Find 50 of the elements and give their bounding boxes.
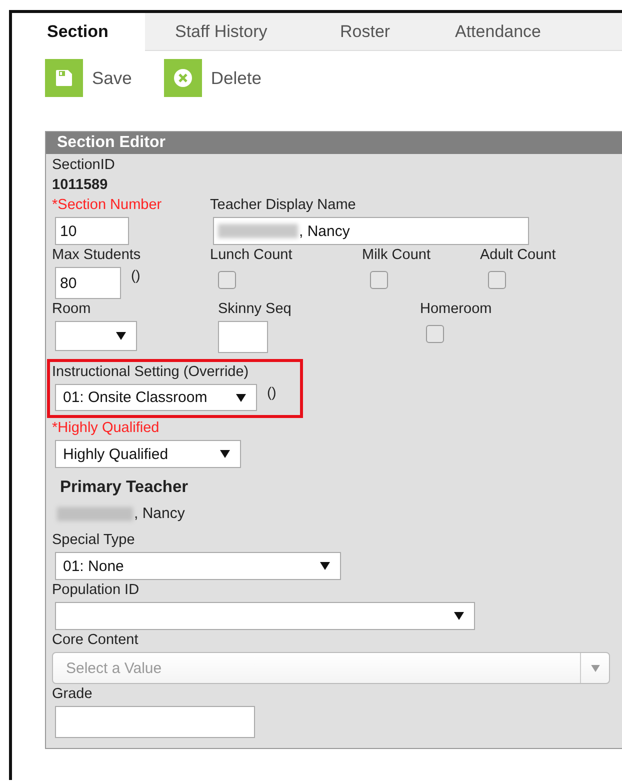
field-label: Teacher Display Name [210, 196, 357, 215]
panel-title: Section Editor [46, 132, 622, 154]
field-label: Homeroom [420, 300, 493, 319]
input-field[interactable]: 10 [55, 217, 129, 245]
tab[interactable]: Staff History [145, 13, 310, 51]
dropdown[interactable] [55, 602, 475, 630]
section-id: 1011589 [52, 176, 109, 195]
caret-icon [320, 562, 330, 570]
section-heading: Primary Teacher [60, 477, 190, 498]
checkbox[interactable] [488, 271, 506, 289]
checkbox[interactable] [218, 271, 236, 289]
input-field[interactable] [55, 706, 255, 738]
caret-icon [454, 612, 464, 620]
teacher-name: , Nancy [134, 504, 185, 524]
delete-button[interactable]: Delete [164, 59, 262, 97]
dropdown[interactable]: 01: None [55, 552, 341, 580]
dropdown[interactable]: Highly Qualified [55, 440, 241, 468]
tab-bar-background [600, 13, 622, 51]
tab[interactable]: Roster [310, 13, 430, 51]
caret-icon [590, 664, 600, 672]
field-label: Core Content [52, 631, 140, 650]
input-field[interactable]: , Nancy [213, 217, 529, 245]
field-value: , Nancy [299, 222, 350, 240]
field-label: Adult Count [480, 246, 557, 265]
note-text: () [267, 384, 276, 400]
checkbox[interactable] [426, 325, 444, 343]
field-label: Population ID [52, 581, 140, 600]
caret-icon [236, 394, 246, 402]
field-label: Grade [52, 685, 94, 704]
save-button[interactable]: Save [45, 59, 132, 97]
input-field[interactable]: 80 [55, 267, 121, 299]
field-label: Skinny Seq [218, 300, 292, 319]
field-label: Max Students [52, 246, 142, 265]
caret-icon [116, 332, 126, 340]
field-label: Special Type [52, 531, 136, 550]
field-label: SectionID [52, 156, 116, 175]
field-label: Instructional Setting (Override) [52, 363, 250, 382]
dropdown[interactable]: 01: Onsite Classroom [55, 384, 257, 411]
input-field[interactable] [218, 321, 268, 353]
field-label: Milk Count [362, 246, 432, 265]
field-label: *Highly Qualified [52, 419, 160, 438]
field-label: *Section Number [52, 196, 163, 215]
tab[interactable]: Attendance [430, 13, 600, 51]
caret-icon [220, 450, 230, 458]
field-label: Lunch Count [210, 246, 294, 265]
close-circle-icon [172, 68, 193, 88]
note-text: () [131, 267, 140, 283]
dropdown[interactable] [55, 321, 137, 351]
field-label: Room [52, 300, 92, 319]
checkbox[interactable] [370, 271, 388, 289]
